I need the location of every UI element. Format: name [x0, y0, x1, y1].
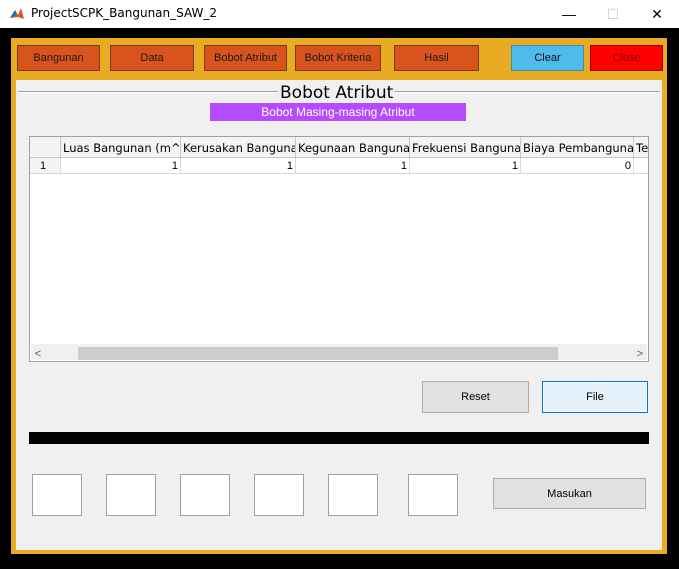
clear-button[interactable]: Clear	[511, 45, 584, 71]
app-window: ProjectSCPK_Bangunan_SAW_2 — ☐ ✕ Banguna…	[0, 0, 679, 569]
separator-bar	[29, 432, 649, 444]
minimize-button[interactable]: —	[546, 0, 592, 28]
input-box-4[interactable]	[254, 474, 304, 516]
file-button[interactable]: File	[542, 381, 648, 413]
table-cell[interactable]: 1	[61, 158, 181, 174]
input-box-2[interactable]	[106, 474, 156, 516]
window-title: ProjectSCPK_Bangunan_SAW_2	[31, 6, 218, 20]
input-box-5[interactable]	[328, 474, 378, 516]
input-box-3[interactable]	[180, 474, 230, 516]
column-header[interactable]: Kerusakan Bangunan	[181, 137, 296, 158]
column-header[interactable]: Te	[634, 137, 648, 158]
bobot-kriteria-button[interactable]: Bobot Kriteria	[295, 45, 381, 71]
maximize-button[interactable]: ☐	[590, 0, 636, 28]
reset-button[interactable]: Reset	[422, 381, 529, 413]
bangunan-button[interactable]: Bangunan	[17, 45, 100, 71]
input-box-6[interactable]	[408, 474, 458, 516]
table-cell[interactable]: 1	[181, 158, 296, 174]
column-header[interactable]: Biaya Pembangunan	[521, 137, 634, 158]
bobot-atribut-button[interactable]: Bobot Atribut	[204, 45, 287, 71]
table-cell[interactable]: 0	[521, 158, 634, 174]
scroll-right-icon[interactable]: >	[632, 346, 648, 362]
title-bar: ProjectSCPK_Bangunan_SAW_2 — ☐ ✕	[0, 0, 679, 28]
scroll-left-icon[interactable]: <	[30, 346, 46, 362]
close-button[interactable]: Close	[590, 45, 663, 71]
column-header[interactable]: Frekuensi Bangunan	[410, 137, 521, 158]
hasil-button[interactable]: Hasil	[394, 45, 479, 71]
masukan-button[interactable]: Masukan	[493, 478, 646, 509]
table-cell[interactable]	[634, 158, 648, 174]
bobot-table[interactable]: Luas Bangunan (m^2) Kerusakan Bangunan K…	[29, 136, 649, 362]
data-button[interactable]: Data	[110, 45, 194, 71]
table-cell[interactable]: 1	[296, 158, 410, 174]
table-row: 1 1 1 1 1 0	[30, 158, 648, 174]
matlab-icon	[10, 8, 24, 19]
panel-title: Bobot Atribut	[278, 83, 396, 103]
window-close-button[interactable]: ✕	[634, 0, 679, 28]
table-header: Luas Bangunan (m^2) Kerusakan Bangunan K…	[30, 137, 648, 158]
corner-cell	[30, 137, 61, 158]
panel-subtitle: Bobot Masing-masing Atribut	[210, 103, 466, 121]
row-header: 1	[30, 158, 61, 174]
table-cell[interactable]: 1	[410, 158, 521, 174]
input-box-1[interactable]	[32, 474, 82, 516]
column-header[interactable]: Kegunaan Bangunan	[296, 137, 410, 158]
column-header[interactable]: Luas Bangunan (m^2)	[61, 137, 181, 158]
scrollbar-thumb[interactable]	[78, 347, 558, 360]
